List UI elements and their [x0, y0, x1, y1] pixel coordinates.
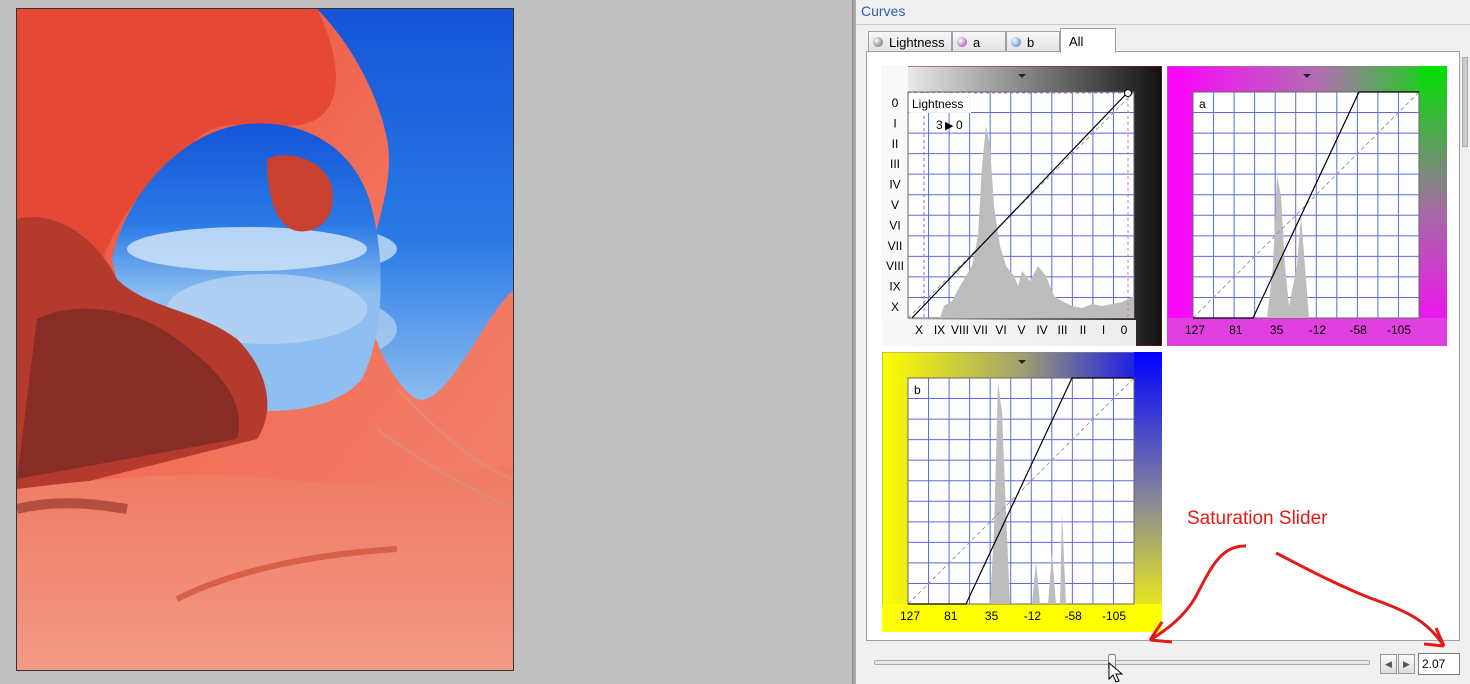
tab-a[interactable]: a	[952, 31, 1006, 52]
x-tick-label: 35	[1270, 323, 1284, 337]
y-tick-label: IV	[889, 178, 900, 192]
x-tick-label: III	[1057, 323, 1067, 337]
lightness-channel-icon	[873, 37, 883, 47]
x-tick-label: 0	[1121, 323, 1128, 337]
curves-panel: Curves Lightness a b All Lightness 3 ▶ 0…	[856, 0, 1470, 684]
b-curve-editor[interactable]: b 127 81 35 -12 -58 -105	[882, 352, 1162, 632]
annotation-label: Saturation Slider	[1187, 508, 1328, 529]
rock-arch-photo	[17, 9, 513, 670]
y-tick-label: VI	[889, 218, 900, 232]
increment-button[interactable]: ▶	[1398, 654, 1415, 674]
a-curve-editor[interactable]: a 127 81 35 -12 -58 -105	[1167, 66, 1447, 346]
photo-canvas[interactable]	[16, 8, 514, 671]
tab-all[interactable]: All	[1060, 28, 1116, 53]
curves-content: Lightness 3 ▶ 0 0 I II III IV V VI VII VIII IX X X…	[866, 51, 1460, 641]
tab-label: a	[973, 34, 981, 50]
y-tick-label: 0	[892, 96, 899, 110]
x-tick-label: 127	[900, 609, 920, 623]
image-viewer	[0, 0, 852, 684]
y-tick-label: II	[892, 137, 899, 151]
a-channel-icon	[957, 37, 967, 47]
x-tick-label: IX	[934, 323, 945, 337]
x-tick-label: -12	[1024, 609, 1042, 623]
x-tick-label: V	[1017, 323, 1025, 337]
x-tick-label: 81	[944, 609, 958, 623]
tab-label: Lightness	[889, 34, 945, 50]
a-label: a	[1199, 97, 1206, 111]
saturation-slider-area: ◀ ▶ 2.07	[866, 648, 1466, 680]
x-tick-label: VII	[973, 323, 988, 337]
saturation-value-field[interactable]: 2.07	[1418, 653, 1460, 675]
x-tick-label: -105	[1102, 609, 1126, 623]
lightness-curve-editor[interactable]: Lightness 3 ▶ 0 0IIIIIIIVVVIVIIVIIIIXX X…	[882, 66, 1162, 346]
x-tick-label: X	[915, 323, 923, 337]
y-tick-label: VII	[888, 239, 903, 253]
b-label: b	[914, 383, 921, 397]
x-tick-label: IV	[1036, 323, 1047, 337]
tab-label: b	[1027, 34, 1035, 50]
x-tick-label: -58	[1065, 609, 1083, 623]
x-tick-label: II	[1080, 323, 1087, 337]
tab-lightness[interactable]: Lightness	[868, 31, 952, 52]
vertical-scrollbar[interactable]	[1462, 51, 1470, 151]
readout-out: 0	[956, 118, 963, 132]
y-tick-label: IX	[889, 280, 900, 294]
y-tick-label: VIII	[886, 259, 904, 273]
x-tick-label: -58	[1350, 323, 1368, 337]
y-tick-label: X	[891, 300, 899, 314]
x-tick-label: -105	[1387, 323, 1411, 337]
decrement-button[interactable]: ◀	[1380, 654, 1397, 674]
x-tick-label: 81	[1229, 323, 1243, 337]
curve-point-icon[interactable]	[1124, 89, 1132, 97]
chevron-right-icon: ▶	[1403, 658, 1410, 669]
y-tick-label: V	[891, 198, 899, 212]
panel-title: Curves	[861, 3, 906, 19]
title-divider	[856, 24, 1470, 25]
y-tick-label: I	[893, 116, 896, 130]
x-tick-label: VIII	[951, 323, 969, 337]
tab-b[interactable]: b	[1006, 31, 1060, 52]
mouse-cursor-icon	[1108, 662, 1124, 683]
x-tick-label: I	[1102, 323, 1105, 337]
b-channel-icon	[1011, 37, 1021, 47]
x-tick-label: VI	[995, 323, 1006, 337]
readout-in: 3	[936, 118, 943, 132]
chevron-left-icon: ◀	[1385, 658, 1392, 669]
tab-label: All	[1069, 33, 1084, 49]
x-tick-label: 127	[1185, 323, 1205, 337]
readout-arrow-icon: ▶	[945, 119, 954, 132]
y-tick-label: III	[890, 157, 900, 171]
x-tick-label: -12	[1309, 323, 1327, 337]
lightness-label: Lightness	[912, 97, 963, 111]
scrollbar-thumb[interactable]	[1462, 57, 1468, 147]
x-tick-label: 35	[985, 609, 999, 623]
